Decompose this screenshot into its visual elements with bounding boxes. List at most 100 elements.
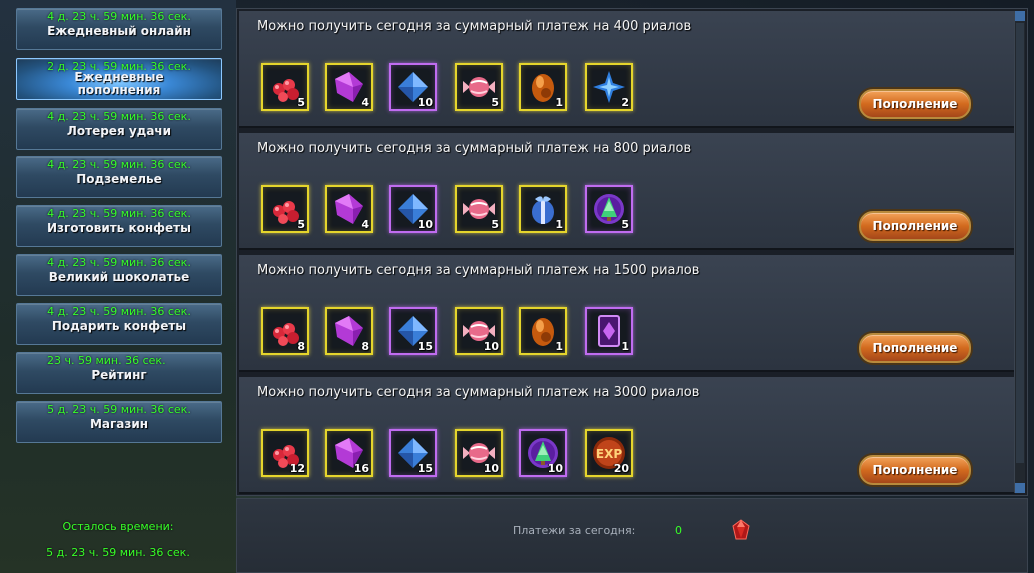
reward-slot[interactable]: 5 — [261, 185, 309, 233]
nav-label: Ежедневные пополнения — [74, 70, 164, 97]
tier-title: Можно получить сегодня за суммарный плат… — [257, 385, 700, 400]
sidebar-item-shop[interactable]: 5 д. 23 ч. 59 мин. 36 сек. Магазин — [16, 401, 222, 443]
nav-timer: 5 д. 23 ч. 59 мин. 36 сек. — [47, 403, 191, 416]
sidebar-item-make-candy[interactable]: 4 д. 23 ч. 59 мин. 36 сек. Изготовить ко… — [16, 205, 222, 247]
scroll-up-icon[interactable] — [1015, 11, 1025, 21]
reward-slot[interactable]: 5 — [261, 63, 309, 111]
reward-quantity: 12 — [289, 462, 305, 475]
reward-quantity: 8 — [361, 340, 369, 353]
remaining-time-value: 5 д. 23 ч. 59 мин. 36 сек. — [46, 546, 190, 559]
reward-quantity: 2 — [621, 96, 629, 109]
reward-slot[interactable]: 4 — [325, 63, 373, 111]
reward-quantity: 5 — [491, 218, 499, 231]
reward-tier: Можно получить сегодня за суммарный плат… — [239, 377, 1015, 494]
reward-slot[interactable]: 2 — [585, 63, 633, 111]
reward-quantity: 20 — [613, 462, 629, 475]
tier-title: Можно получить сегодня за суммарный плат… — [257, 141, 692, 156]
reward-quantity: 10 — [483, 340, 499, 353]
sidebar-item-lottery[interactable]: 4 д. 23 ч. 59 мин. 36 сек. Лотерея удачи — [16, 108, 222, 150]
reward-quantity: 1 — [555, 340, 563, 353]
topup-button[interactable]: Пополнение — [859, 455, 971, 485]
reward-quantity: 5 — [491, 96, 499, 109]
scroll-down-icon[interactable] — [1015, 483, 1025, 493]
nav-label: Магазин — [89, 417, 149, 431]
reward-quantity: 10 — [547, 462, 563, 475]
tier-title: Можно получить сегодня за суммарный плат… — [257, 263, 700, 278]
reward-slot[interactable]: 5 — [585, 185, 633, 233]
reward-slot[interactable]: EXP 20 — [585, 429, 633, 477]
topup-button[interactable]: Пополнение — [859, 333, 971, 363]
reward-slot[interactable]: 8 — [325, 307, 373, 355]
reward-slot[interactable]: 1 — [519, 307, 567, 355]
reward-quantity: 8 — [297, 340, 305, 353]
reward-slot[interactable]: 8 — [261, 307, 309, 355]
sidebar-item-daily-topups[interactable]: 2 д. 23 ч. 59 мин. 36 сек. Ежедневные по… — [16, 58, 222, 100]
reward-slot[interactable]: 10 — [455, 307, 503, 355]
reward-quantity: 10 — [417, 96, 433, 109]
reward-slot[interactable]: 1 — [585, 307, 633, 355]
nav-timer: 4 д. 23 ч. 59 мин. 36 сек. — [47, 10, 191, 23]
nav-timer: 4 д. 23 ч. 59 мин. 36 сек. — [47, 256, 191, 269]
sidebar-item-chocolatier[interactable]: 4 д. 23 ч. 59 мин. 36 сек. Великий шокол… — [16, 254, 222, 296]
payments-today-value: 0 — [675, 524, 682, 537]
nav-timer: 23 ч. 59 мин. 36 сек. — [47, 354, 166, 367]
sidebar: 4 д. 23 ч. 59 мин. 36 сек. Ежедневный он… — [0, 0, 236, 573]
reward-quantity: 5 — [621, 218, 629, 231]
reward-quantity: 16 — [353, 462, 369, 475]
remaining-time-label: Осталось времени: — [62, 520, 174, 533]
nav-label: Подземелье — [76, 172, 162, 186]
sidebar-item-dungeon[interactable]: 4 д. 23 ч. 59 мин. 36 сек. Подземелье — [16, 156, 222, 198]
reward-tier: Можно получить сегодня за суммарный плат… — [239, 11, 1015, 128]
sidebar-item-rating[interactable]: 23 ч. 59 мин. 36 сек. Рейтинг — [16, 352, 222, 394]
reward-slot[interactable]: 1 — [519, 63, 567, 111]
reward-quantity: 1 — [621, 340, 629, 353]
reward-slot[interactable]: 12 — [261, 429, 309, 477]
scroll-track[interactable] — [1016, 23, 1024, 463]
nav-label: Великий шоколатье — [48, 270, 190, 284]
nav-timer: 4 д. 23 ч. 59 мин. 36 сек. — [47, 305, 191, 318]
reward-tier: Можно получить сегодня за суммарный плат… — [239, 255, 1015, 372]
nav-timer: 4 д. 23 ч. 59 мин. 36 сек. — [47, 207, 191, 220]
reward-tier: Можно получить сегодня за суммарный плат… — [239, 133, 1015, 250]
nav-label: Подарить конфеты — [51, 319, 187, 333]
tier-title: Можно получить сегодня за суммарный плат… — [257, 19, 692, 34]
reward-slot[interactable]: 5 — [455, 185, 503, 233]
footer: Платежи за сегодня: 0 — [236, 498, 1028, 573]
topup-button[interactable]: Пополнение — [859, 89, 971, 119]
reward-slot[interactable]: 4 — [325, 185, 373, 233]
reward-quantity: 1 — [555, 218, 563, 231]
reward-slot[interactable]: 1 — [519, 185, 567, 233]
reward-quantity: 5 — [297, 96, 305, 109]
reward-slot[interactable]: 16 — [325, 429, 373, 477]
reward-quantity: 10 — [483, 462, 499, 475]
reward-quantity: 4 — [361, 218, 369, 231]
nav-timer: 4 д. 23 ч. 59 мин. 36 сек. — [47, 158, 191, 171]
reward-slot[interactable]: 10 — [519, 429, 567, 477]
nav-label: Лотерея удачи — [66, 124, 172, 138]
sidebar-item-gift-candy[interactable]: 4 д. 23 ч. 59 мин. 36 сек. Подарить конф… — [16, 303, 222, 345]
reward-quantity: 1 — [555, 96, 563, 109]
reward-quantity: 15 — [417, 340, 433, 353]
reward-quantity: 10 — [417, 218, 433, 231]
scrollbar[interactable] — [1014, 11, 1025, 493]
reward-quantity: 15 — [417, 462, 433, 475]
reward-slot[interactable]: 10 — [389, 63, 437, 111]
sidebar-item-daily-online[interactable]: 4 д. 23 ч. 59 мин. 36 сек. Ежедневный он… — [16, 8, 222, 50]
reward-quantity: 4 — [361, 96, 369, 109]
topup-button[interactable]: Пополнение — [859, 211, 971, 241]
nav-label: Рейтинг — [91, 368, 147, 382]
reward-slot[interactable]: 15 — [389, 307, 437, 355]
reward-list[interactable]: Можно получить сегодня за суммарный плат… — [236, 8, 1028, 496]
reward-slot[interactable]: 10 — [455, 429, 503, 477]
nav-timer: 4 д. 23 ч. 59 мин. 36 сек. — [47, 110, 191, 123]
nav-label: Изготовить конфеты — [47, 221, 191, 235]
event-window: 4 д. 23 ч. 59 мин. 36 сек. Ежедневный он… — [0, 0, 1034, 573]
reward-slot[interactable]: 5 — [455, 63, 503, 111]
reward-slot[interactable]: 10 — [389, 185, 437, 233]
red-gem-icon — [732, 519, 750, 540]
reward-slot[interactable]: 15 — [389, 429, 437, 477]
reward-quantity: 5 — [297, 218, 305, 231]
svg-text:EXP: EXP — [596, 447, 622, 461]
nav-label: Ежедневный онлайн — [47, 24, 191, 38]
payments-today-label: Платежи за сегодня: — [513, 524, 636, 537]
